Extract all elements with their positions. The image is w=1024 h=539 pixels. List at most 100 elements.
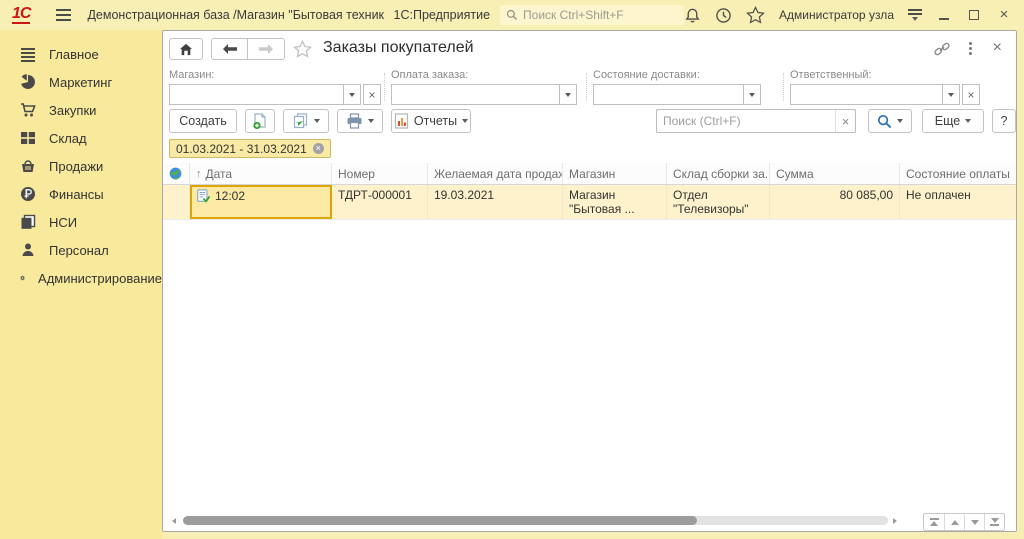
reports-button[interactable]: Отчеты	[391, 109, 471, 133]
filter-shop: Магазин: ×	[169, 69, 381, 105]
main-menu-icon[interactable]	[56, 9, 71, 21]
sidebar-item-finance[interactable]: Финансы	[0, 180, 162, 208]
favorites-star-icon[interactable]	[746, 6, 765, 24]
scroll-left-arrow-icon[interactable]	[172, 518, 176, 524]
global-search[interactable]	[500, 5, 684, 25]
sidebar-item-label: Маркетинг	[49, 75, 112, 90]
filter-payment-dropdown-icon[interactable]	[559, 84, 577, 105]
list-search-input[interactable]	[657, 114, 835, 128]
scroll-down-button[interactable]	[964, 514, 984, 530]
documents-arrow-icon	[292, 113, 309, 129]
sidebar-item-label: Администрирование	[38, 271, 162, 286]
history-icon[interactable]	[715, 7, 732, 24]
advanced-search-button[interactable]	[868, 109, 912, 133]
horizontal-scrollbar-thumb[interactable]	[183, 516, 697, 525]
get-link-icon[interactable]	[934, 41, 950, 57]
column-header-label: Состояние оплаты	[906, 167, 1010, 181]
minimize-button[interactable]	[936, 7, 952, 23]
sidebar-item-label: Закупки	[49, 103, 96, 118]
sidebar: Главное Маркетинг Закупки Склад Продажи …	[0, 30, 162, 539]
filter-responsible-dropdown-icon[interactable]	[942, 84, 960, 105]
add-to-favorites-star-icon[interactable]	[293, 40, 312, 58]
filter-shop-clear-icon[interactable]: ×	[363, 84, 381, 105]
sidebar-item-main[interactable]: Главное	[0, 40, 162, 68]
print-button[interactable]	[337, 109, 383, 133]
service-menu-icon[interactable]	[908, 9, 922, 21]
notifications-bell-icon[interactable]	[684, 7, 701, 24]
search-icon	[506, 9, 518, 21]
column-header-desired-date[interactable]: Желаемая дата продажи	[428, 163, 563, 184]
list-search-clear-icon[interactable]: ×	[835, 110, 855, 132]
list-search: ×	[656, 109, 856, 133]
row-warehouse-cell: Отдел "Телевизоры"	[667, 185, 770, 219]
back-button[interactable]	[211, 38, 248, 60]
filter-responsible-clear-icon[interactable]: ×	[962, 84, 980, 105]
dropdown-caret-icon	[462, 119, 468, 123]
sidebar-item-personnel[interactable]: Персонал	[0, 236, 162, 264]
scroll-up-button[interactable]	[944, 514, 964, 530]
sidebar-item-purchases[interactable]: Закупки	[0, 96, 162, 124]
copy-documents-button[interactable]	[283, 109, 329, 133]
filter-responsible-label: Ответственный:	[790, 69, 980, 81]
filter-separator	[384, 73, 385, 101]
column-header-warehouse[interactable]: Склад сборки за...	[667, 163, 770, 184]
row-payment-state-cell: Не оплачен	[900, 185, 1016, 219]
column-header-amount[interactable]: Сумма	[770, 163, 900, 184]
orders-table: ↑ Дата Номер Желаемая дата продажи Магаз…	[163, 163, 1016, 531]
column-header-label: Желаемая дата продажи	[434, 167, 563, 181]
sort-ascending-icon: ↑	[196, 168, 202, 180]
filter-delivery-dropdown-icon[interactable]	[743, 84, 761, 105]
column-header-shop[interactable]: Магазин	[563, 163, 667, 184]
magnifier-icon	[877, 114, 892, 129]
close-panel-icon[interactable]: ×	[993, 39, 1002, 57]
table-row[interactable]: 12:02 ТДРТ-000001 19.03.2021 Магазин "Бы…	[163, 185, 1016, 220]
horizontal-scrollbar-area	[163, 511, 1016, 531]
sidebar-item-warehouse[interactable]: Склад	[0, 124, 162, 152]
table-header: ↑ Дата Номер Желаемая дата продажи Магаз…	[163, 163, 1016, 185]
more-actions-icon[interactable]	[967, 40, 974, 57]
period-filter-chip[interactable]: 01.03.2021 - 31.03.2021 ×	[169, 139, 331, 158]
panel-header: Заказы покупателей ×	[163, 31, 1016, 67]
sidebar-item-marketing[interactable]: Маркетинг	[0, 68, 162, 96]
remove-period-filter-icon[interactable]: ×	[313, 143, 324, 154]
create-button[interactable]: Создать	[169, 109, 237, 133]
filter-shop-input[interactable]	[169, 84, 343, 105]
filter-shop-label: Магазин:	[169, 69, 381, 81]
maximize-button[interactable]	[966, 7, 982, 23]
more-button[interactable]: Еще	[922, 109, 984, 133]
scroll-top-button[interactable]	[924, 514, 944, 530]
forward-button[interactable]	[248, 38, 285, 60]
current-user[interactable]: Администратор узла	[779, 8, 894, 22]
sidebar-item-label: НСИ	[49, 215, 77, 230]
list-nav-buttons	[923, 513, 1005, 531]
sidebar-item-nsi[interactable]: НСИ	[0, 208, 162, 236]
cart-icon	[20, 102, 36, 118]
column-header-date[interactable]: ↑ Дата	[190, 163, 332, 184]
filter-payment-input[interactable]	[391, 84, 559, 105]
filter-responsible-input[interactable]	[790, 84, 942, 105]
filter-delivery-input[interactable]	[593, 84, 743, 105]
column-header-payment-state[interactable]: Состояние оплаты	[900, 163, 1016, 184]
row-date-cell[interactable]: 12:02	[190, 185, 332, 219]
help-button[interactable]: ?	[992, 109, 1016, 133]
column-header-label: Дата	[206, 167, 233, 181]
home-button[interactable]	[169, 38, 203, 60]
row-amount-cell: 80 085,00	[770, 185, 900, 219]
sidebar-item-sales[interactable]: Продажи	[0, 152, 162, 180]
horizontal-scrollbar-track[interactable]	[183, 516, 888, 525]
basket-icon	[20, 158, 36, 174]
row-shop-cell: Магазин "Бытовая ...	[563, 185, 667, 219]
close-window-button[interactable]: ×	[996, 7, 1012, 23]
help-button-label: ?	[1001, 114, 1008, 128]
autoupdate-column-header[interactable]	[163, 163, 190, 184]
filter-shop-dropdown-icon[interactable]	[343, 84, 361, 105]
filter-responsible: Ответственный: ×	[790, 69, 980, 105]
scroll-right-arrow-icon[interactable]	[893, 518, 897, 524]
scroll-bottom-button[interactable]	[984, 514, 1004, 530]
sidebar-item-administration[interactable]: Администрирование	[0, 264, 162, 292]
logo-1c: 1С	[12, 6, 30, 24]
global-search-input[interactable]	[523, 8, 678, 22]
create-by-copy-button[interactable]	[245, 109, 275, 133]
sidebar-item-label: Финансы	[49, 187, 104, 202]
column-header-number[interactable]: Номер	[332, 163, 428, 184]
